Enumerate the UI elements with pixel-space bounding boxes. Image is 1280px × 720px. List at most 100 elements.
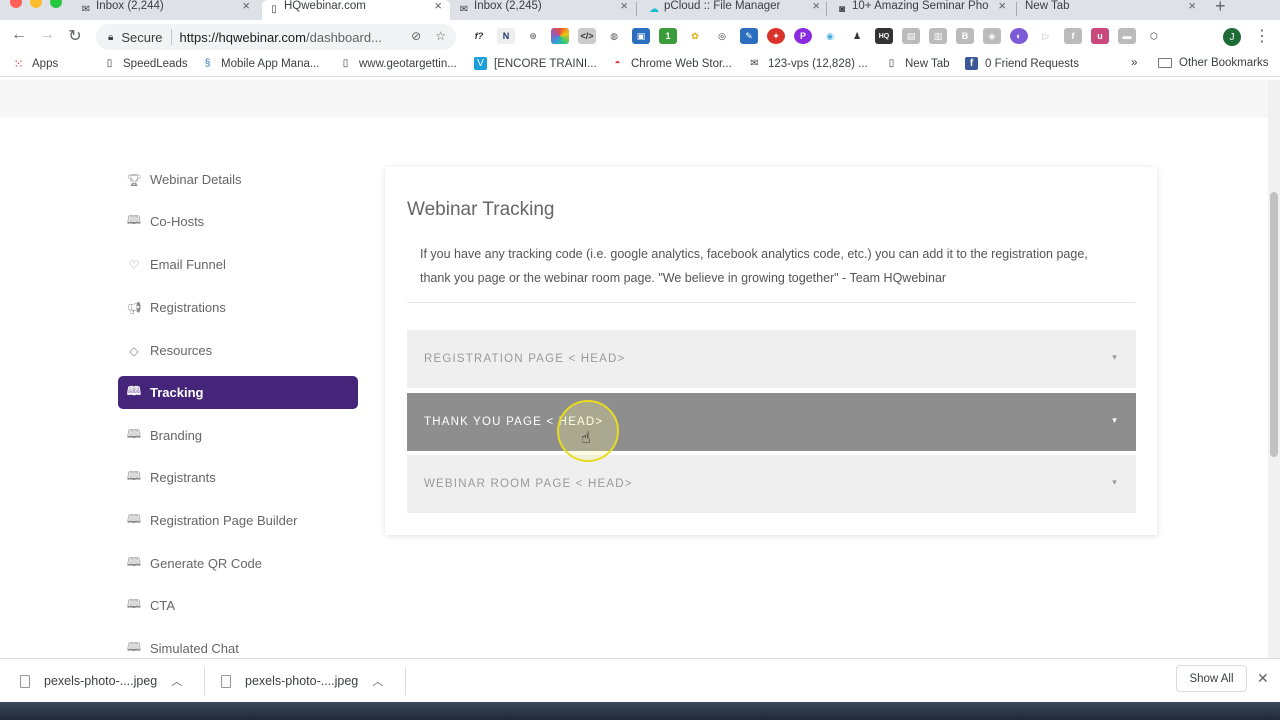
gray-extension-icon-4[interactable]: ◈ (983, 28, 1001, 44)
honey-extension-icon[interactable]: ✿ (686, 28, 704, 44)
bookmark-label: www.geotargettin... (359, 57, 457, 70)
gray-extension-icon-6[interactable]: ▬ (1118, 28, 1136, 44)
download-item[interactable]: pexels-photo-....jpeg ︿ (221, 659, 383, 703)
dot-extension-icon[interactable]: ◉ (821, 28, 839, 44)
chevron-up-icon[interactable]: ︿ (372, 673, 383, 689)
os-dock (0, 702, 1280, 720)
bookmark-item[interactable]: ▯ www.geotargettin... (339, 57, 457, 70)
tab-title: Inbox (2,244) (96, 0, 164, 12)
sidebar-item-registration-page-builder[interactable]: 🕮︎ Registration Page Builder (118, 504, 358, 537)
gray-extension-icon-5[interactable]: f (1064, 28, 1082, 44)
sidebar-item-tracking[interactable]: 🕮︎ Tracking (118, 376, 358, 409)
color-extension-icon[interactable] (551, 28, 569, 44)
bookmark-item[interactable]: ▯ New Tab (885, 57, 950, 70)
profile-avatar[interactable]: J (1223, 28, 1241, 46)
sidebar-item-registrants[interactable]: 🕮︎ Registrants (118, 461, 358, 494)
gray-extension-icon-2[interactable]: ▥ (929, 28, 947, 44)
hq-extension-icon[interactable]: HQ (875, 28, 893, 44)
close-icon[interactable]: × (434, 0, 442, 13)
accordion-thank-you-page-head[interactable]: THANK YOU PAGE < HEAD> ▾ (407, 393, 1136, 451)
bookmark-item[interactable]: ▯ SpeedLeads (103, 57, 188, 70)
sidebar-item-branding[interactable]: 🕮︎ Branding (118, 419, 358, 452)
file-icon (20, 674, 30, 688)
reload-icon[interactable]: ↻ (65, 26, 85, 46)
apps-grid-icon: ⁙ (13, 56, 24, 71)
pen-extension-icon[interactable]: ✎ (740, 28, 758, 44)
close-icon[interactable]: ✕ (1257, 670, 1269, 687)
url-text[interactable]: https://hqwebinar.com/dashboard... (180, 30, 390, 45)
bookmark-apps[interactable]: ⁙ Apps (12, 56, 58, 71)
person-extension-icon[interactable]: ♟ (848, 28, 866, 44)
globe-extension-icon[interactable]: ◍ (605, 28, 623, 44)
formula-extension-icon[interactable]: f? (470, 28, 488, 44)
cloud-icon: ☁ (649, 3, 659, 15)
window-controls (10, 0, 62, 8)
p-extension-icon[interactable]: P (794, 28, 812, 44)
close-icon[interactable]: × (812, 0, 820, 13)
forward-arrow-icon[interactable]: → (37, 26, 57, 44)
book-icon: 🕮︎ (126, 555, 142, 569)
close-icon[interactable]: × (242, 0, 250, 13)
minimize-window-button[interactable] (30, 0, 42, 8)
more-menu-icon[interactable]: ⋮ (1254, 26, 1270, 46)
sidebar-item-generate-qr-code[interactable]: 🕮︎ Generate QR Code (118, 547, 358, 580)
browser-tab[interactable]: ☁ pCloud :: File Manager × (642, 0, 828, 20)
sidebar-item-cta[interactable]: 🕮︎ CTA (118, 589, 358, 622)
page-header-band (0, 80, 1268, 118)
fingerprint-extension-icon[interactable]: ⊛ (524, 28, 542, 44)
circle-extension-icon[interactable]: ◎ (713, 28, 731, 44)
sidebar-item-webinar-details[interactable]: 🏆︎ Webinar Details (118, 163, 358, 196)
browser-tab[interactable]: ✉ Inbox (2,244) × (74, 0, 258, 20)
browser-tab-active[interactable]: ▯ HQwebinar.com × (262, 0, 450, 20)
sidebar-item-resources[interactable]: ◇ Resources (118, 334, 358, 367)
accordion-registration-page-head[interactable]: REGISTRATION PAGE < HEAD> ▾ (407, 330, 1136, 388)
blocked-icon[interactable]: ⊘ (411, 29, 421, 43)
code-extension-icon[interactable]: </> (578, 28, 596, 44)
play-extension-icon[interactable]: ▷ (1037, 28, 1055, 44)
accordion-webinar-room-page-head[interactable]: WEBINAR ROOM PAGE < HEAD> ▾ (407, 455, 1136, 513)
book-icon: 🕮︎ (126, 640, 142, 654)
address-bar[interactable]: 🔒︎ Secure https://hqwebinar.com/dashboar… (96, 24, 456, 50)
bookmarks-overflow-button[interactable]: » (1131, 57, 1137, 69)
back-arrow-icon[interactable]: ← (9, 26, 29, 44)
bookmark-item[interactable]: f 0 Friend Requests (965, 57, 1079, 70)
purple-extension-icon[interactable]: ◐ (1010, 28, 1028, 44)
sidebar-item-co-hosts[interactable]: 🕮︎ Co-Hosts (118, 205, 358, 238)
gray-extension-icon-1[interactable]: ▤ (902, 28, 920, 44)
screen-extension-icon[interactable]: ▣ (632, 28, 650, 44)
gray-extension-icon-3[interactable]: B (956, 28, 974, 44)
sidebar-item-email-funnel[interactable]: ♡ Email Funnel (118, 248, 358, 281)
bookmark-other[interactable]: Other Bookmarks (1158, 57, 1268, 69)
sidebar-item-label: Registrations (150, 300, 226, 315)
chevron-up-icon[interactable]: ︿ (171, 673, 182, 689)
mail-icon: ✉ (459, 3, 469, 15)
page-icon: ▯ (106, 58, 113, 69)
maximize-window-button[interactable] (50, 0, 62, 8)
close-icon[interactable]: × (620, 0, 628, 13)
cube-extension-icon[interactable]: ⬡ (1145, 28, 1163, 44)
download-item[interactable]: pexels-photo-....jpeg ︿ (20, 659, 182, 703)
bookmark-item[interactable]: ◓ Chrome Web Stor... (611, 57, 731, 70)
bookmark-item[interactable]: § Mobile App Mana... (201, 57, 320, 70)
close-icon[interactable]: × (1188, 0, 1196, 13)
new-tab-button[interactable]: + (1215, 0, 1226, 17)
bookmark-label: 0 Friend Requests (985, 57, 1079, 70)
browser-tab[interactable]: ◙ 10+ Amazing Seminar Pho × (830, 0, 1014, 20)
badge-extension-icon[interactable]: 1 (659, 28, 677, 44)
scrollbar-thumb[interactable] (1270, 192, 1278, 457)
sidebar-item-registrations[interactable]: 📢︎ Registrations (118, 291, 358, 324)
close-window-button[interactable] (10, 0, 22, 8)
browser-tab[interactable]: ✉ Inbox (2,245) × (452, 0, 636, 20)
bookmark-item[interactable]: V [ENCORE TRAINI... (474, 57, 597, 70)
scrollbar[interactable] (1268, 80, 1280, 658)
n-extension-icon[interactable]: N (497, 28, 515, 44)
browser-tab[interactable]: New Tab × (1004, 0, 1204, 20)
show-all-downloads-button[interactable]: Show All (1176, 665, 1247, 692)
u-extension-icon[interactable]: u (1091, 28, 1109, 44)
bookmark-item[interactable]: ✉ 123-vps (12,828) ... (748, 57, 867, 70)
book-icon: 🕮︎ (126, 469, 142, 483)
sidebar-item-label: Registrants (150, 470, 216, 485)
star-icon[interactable]: ☆ (435, 29, 446, 43)
compass-extension-icon[interactable]: ✦ (767, 28, 785, 44)
bookmark-label: [ENCORE TRAINI... (494, 57, 597, 70)
